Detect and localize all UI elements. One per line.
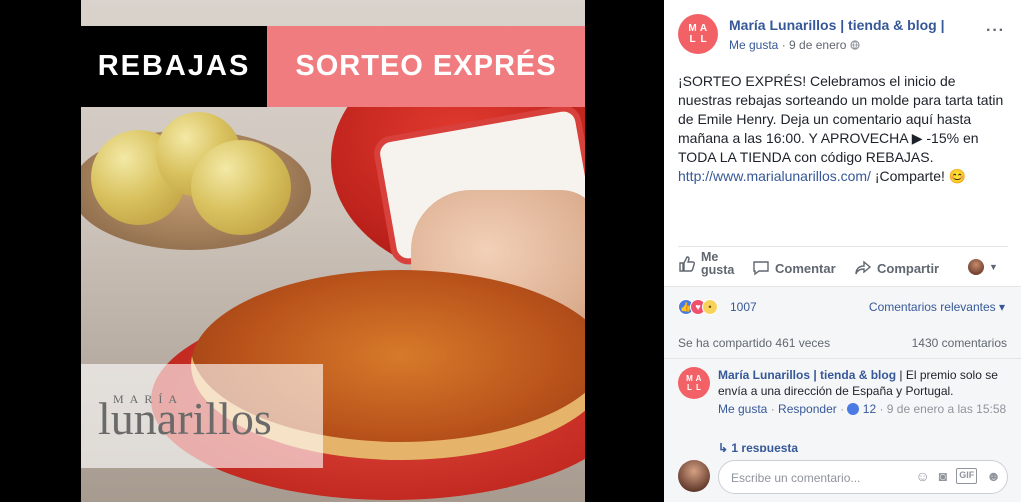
share-label: Compartir: [877, 260, 940, 276]
watermark-logo: lunarillos: [98, 393, 272, 444]
post-panel: M A L L María Lunarillos | tienda & blog…: [664, 0, 1021, 502]
apple: [191, 140, 291, 235]
meta-separator: ·: [836, 402, 848, 416]
post-text: ¡SORTEO EXPRÉS! Celebramos el inicio de …: [678, 72, 1008, 186]
viewer-avatar: [968, 259, 984, 275]
share-arrow-icon: [855, 260, 872, 275]
banner-rebajas: REBAJAS: [81, 26, 267, 107]
sticker-icon[interactable]: ☻: [986, 468, 1001, 484]
post-tail: ¡Comparte! 😊: [870, 168, 967, 184]
like-reaction-icon: [847, 403, 860, 415]
photo-stage: REBAJAS SORTEO EXPRÉS MARÍA lunarillos: [0, 0, 664, 502]
more-options-button[interactable]: ···: [986, 22, 1005, 40]
speech-bubble-icon: [753, 261, 769, 276]
comment-like-link[interactable]: Me gusta: [718, 402, 767, 416]
avatar-letter: L: [696, 383, 701, 392]
camera-icon[interactable]: ◙: [939, 468, 947, 484]
comment-item: M A L L María Lunarillos | tienda & blog…: [664, 358, 1021, 458]
comment-sort-dropdown[interactable]: Comentarios relevantes ▾: [869, 300, 1005, 314]
comment-composer: Escribe un comentario... ☺ ◙ GIF ☻: [664, 452, 1021, 502]
avatar-letter: M: [686, 374, 693, 383]
page-name-link[interactable]: María Lunarillos | tienda & blog |: [729, 17, 945, 33]
avatar-letter: L: [689, 34, 696, 45]
meta-separator: ·: [767, 402, 779, 416]
current-user-avatar: [678, 460, 710, 492]
comment-reply-link[interactable]: Responder: [778, 402, 837, 416]
reaction-count[interactable]: 1007: [730, 300, 757, 314]
avatar-letter: A: [699, 23, 708, 34]
avatar-letter: L: [700, 34, 707, 45]
comment-meta: Me gusta · Responder · 12 · 9 de enero a…: [718, 401, 1008, 417]
stats-row: Se ha compartido 461 veces 1430 comentar…: [664, 326, 1021, 358]
comment-date[interactable]: · 9 de enero a las 15:58: [876, 402, 1006, 416]
banner-sorteo: SORTEO EXPRÉS: [267, 26, 585, 107]
sad-reaction-icon: •: [702, 299, 718, 315]
action-bar: Me gusta Comentar Compartir ▼: [678, 246, 1008, 286]
chevron-down-icon: ▼: [989, 262, 998, 272]
meta-separator: ·: [781, 38, 786, 52]
like-label: Me gusta: [701, 250, 735, 277]
comment-body: María Lunarillos | tienda & blog | El pr…: [718, 367, 1008, 399]
comment-button[interactable]: Comentar: [752, 259, 836, 277]
like-page-link[interactable]: Me gusta: [729, 38, 778, 52]
avatar-letter: M: [688, 23, 697, 34]
page-avatar[interactable]: M A L L: [678, 14, 718, 54]
comment-author-link[interactable]: María Lunarillos | tienda & blog: [718, 368, 896, 382]
commenter-avatar[interactable]: M A L L: [678, 367, 710, 399]
post-body: ¡SORTEO EXPRÉS! Celebramos el inicio de …: [678, 73, 1004, 165]
gif-icon[interactable]: GIF: [956, 468, 978, 484]
thumbs-up-icon: [679, 256, 695, 272]
emoji-icon[interactable]: ☺: [916, 468, 930, 484]
share-count[interactable]: Se ha compartido 461 veces: [678, 336, 830, 350]
comment-count[interactable]: 1430 comentarios: [912, 336, 1007, 350]
post-meta: Me gusta · 9 de enero: [729, 38, 860, 52]
reaction-icons[interactable]: 👍 ♥ •: [678, 299, 718, 315]
post-as-selector[interactable]: ▼: [968, 259, 998, 275]
avatar-letter: A: [695, 374, 702, 383]
facebook-photo-viewer: REBAJAS SORTEO EXPRÉS MARÍA lunarillos M…: [0, 0, 1021, 502]
comment-like-count[interactable]: 12: [863, 402, 876, 416]
reactions-row: 👍 ♥ • 1007 Comentarios relevantes ▾: [664, 286, 1021, 326]
globe-icon: [850, 38, 860, 52]
composer-icons: ☺ ◙ GIF ☻: [916, 468, 1001, 484]
post-date[interactable]: 9 de enero: [789, 38, 846, 52]
post-header: M A L L María Lunarillos | tienda & blog…: [678, 14, 1007, 56]
avatar-letter: L: [687, 383, 692, 392]
post-url-link[interactable]: http://www.marialunarillos.com/: [678, 168, 871, 184]
comment-label: Comentar: [775, 260, 836, 276]
share-button[interactable]: Compartir: [854, 259, 939, 277]
like-button[interactable]: Me gusta: [678, 251, 734, 277]
